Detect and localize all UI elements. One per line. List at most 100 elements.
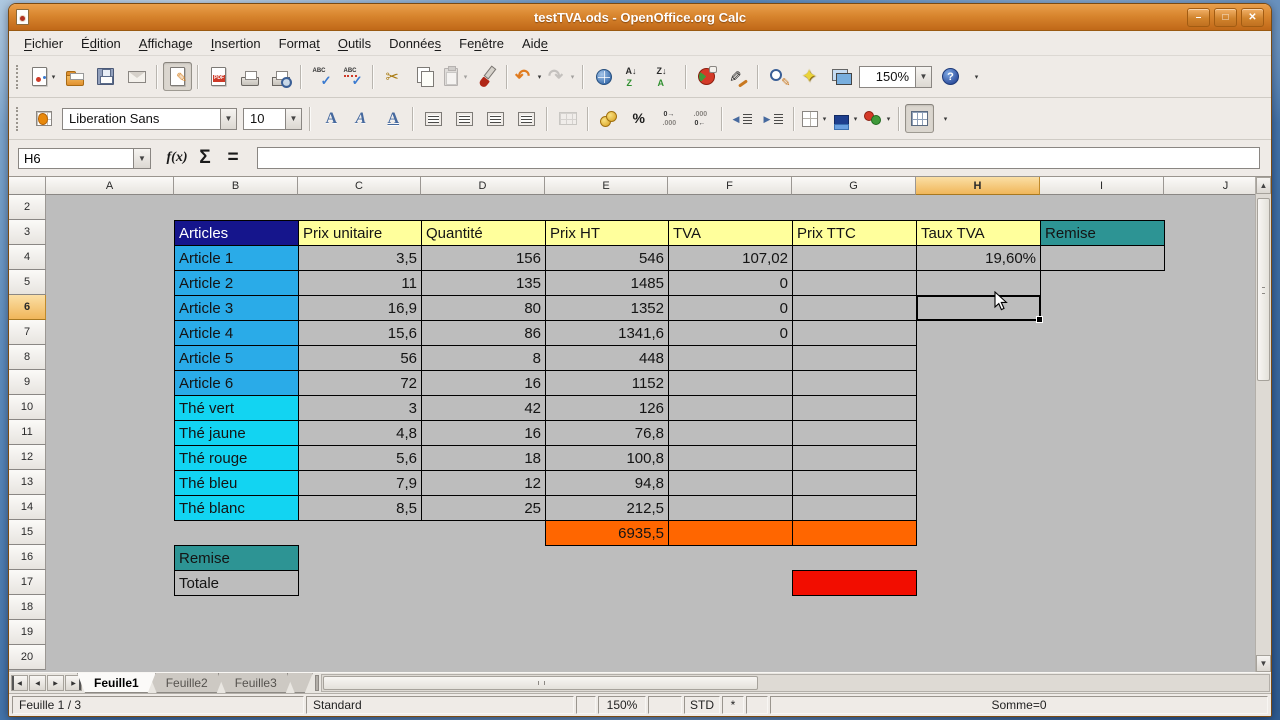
add-decimal-icon[interactable]: [656, 104, 685, 133]
undo-icon[interactable]: ▾: [513, 62, 544, 91]
cell-C6[interactable]: 16,9: [298, 295, 422, 321]
paste-icon[interactable]: ▾: [441, 62, 470, 91]
cell-F14[interactable]: [668, 495, 793, 521]
cell-C10[interactable]: 3: [298, 395, 422, 421]
new-document-icon[interactable]: ▾: [29, 62, 58, 91]
next-sheet-button[interactable]: ▶: [47, 675, 64, 691]
cell-C9[interactable]: 72: [298, 370, 422, 396]
row-header-10[interactable]: 10: [9, 395, 46, 420]
cell-G12[interactable]: [792, 445, 917, 471]
cell-E4[interactable]: 546: [545, 245, 669, 271]
cell-C3[interactable]: Prix unitaire: [298, 220, 422, 246]
cell-E15[interactable]: 6935,5: [545, 520, 669, 546]
menu-fichier[interactable]: Fichier: [15, 33, 72, 54]
row-header-3[interactable]: 3: [9, 220, 46, 245]
cell-G10[interactable]: [792, 395, 917, 421]
scroll-up-button[interactable]: ▲: [1256, 177, 1271, 194]
dropdown-caret[interactable]: ▾: [49, 73, 58, 81]
percent-icon[interactable]: [625, 104, 654, 133]
name-box[interactable]: H6 ▼: [18, 148, 151, 169]
cut-icon[interactable]: [379, 62, 408, 91]
toolbar-overflow-caret[interactable]: ▾: [972, 73, 981, 81]
sheet-tab-feuille1[interactable]: Feuille1: [77, 673, 156, 693]
cell-F7[interactable]: 0: [668, 320, 793, 346]
cell-C7[interactable]: 15,6: [298, 320, 422, 346]
row-header-5[interactable]: 5: [9, 270, 46, 295]
minimize-button[interactable]: –: [1187, 8, 1210, 27]
cell-B5[interactable]: Article 2: [174, 270, 299, 296]
align-justify-icon[interactable]: [512, 104, 541, 133]
sheet-tab-feuille2[interactable]: Feuille2: [149, 673, 225, 693]
vertical-scroll-thumb[interactable]: [1257, 198, 1270, 381]
spelling-icon[interactable]: [307, 62, 336, 91]
column-header-H[interactable]: H: [916, 177, 1040, 195]
scroll-down-button[interactable]: ▼: [1256, 655, 1271, 672]
formula-input[interactable]: [257, 147, 1260, 169]
cell-C4[interactable]: 3,5: [298, 245, 422, 271]
cell-D4[interactable]: 156: [421, 245, 546, 271]
print-icon[interactable]: [235, 62, 264, 91]
sum-button[interactable]: Σ: [191, 146, 219, 170]
cell-D11[interactable]: 16: [421, 420, 546, 446]
cell-D8[interactable]: 8: [421, 345, 546, 371]
sheet-grid[interactable]: ABCDEFGHIJ234567891011121314151617181920…: [9, 177, 1255, 672]
cell-G15[interactable]: [792, 520, 917, 546]
edit-file-icon[interactable]: [163, 62, 192, 91]
column-header-I[interactable]: I: [1040, 177, 1164, 195]
cell-G8[interactable]: [792, 345, 917, 371]
column-header-D[interactable]: D: [421, 177, 545, 195]
tab-splitter-handle[interactable]: [315, 675, 319, 691]
row-header-18[interactable]: 18: [9, 595, 46, 620]
find-replace-icon[interactable]: [764, 62, 793, 91]
column-header-B[interactable]: B: [174, 177, 298, 195]
cell-D5[interactable]: 135: [421, 270, 546, 296]
cell-B14[interactable]: Thé blanc: [174, 495, 299, 521]
row-header-19[interactable]: 19: [9, 620, 46, 645]
row-header-17[interactable]: 17: [9, 570, 46, 595]
vertical-scrollbar[interactable]: ▲ ▼: [1255, 177, 1271, 672]
bold-icon[interactable]: [316, 104, 345, 133]
dropdown-caret[interactable]: ▾: [884, 115, 893, 123]
column-header-A[interactable]: A: [46, 177, 174, 195]
email-icon[interactable]: [122, 62, 151, 91]
cell-E9[interactable]: 1152: [545, 370, 669, 396]
redo-icon[interactable]: ▾: [546, 62, 577, 91]
select-all-corner[interactable]: [9, 177, 46, 195]
row-header-14[interactable]: 14: [9, 495, 46, 520]
cell-G7[interactable]: [792, 320, 917, 346]
horizontal-scroll-thumb[interactable]: [323, 676, 759, 690]
menu-affichage[interactable]: Affichage: [130, 33, 202, 54]
menu-aide[interactable]: Aide: [513, 33, 557, 54]
gallery-icon[interactable]: [826, 62, 855, 91]
cell-B9[interactable]: Article 6: [174, 370, 299, 396]
cell-cursor-H6[interactable]: [916, 295, 1041, 321]
help-icon[interactable]: [936, 62, 965, 91]
row-header-8[interactable]: 8: [9, 345, 46, 370]
export-pdf-icon[interactable]: [204, 62, 233, 91]
row-header-7[interactable]: 7: [9, 320, 46, 345]
menu-format[interactable]: Format: [270, 33, 329, 54]
cell-E12[interactable]: 100,8: [545, 445, 669, 471]
cell-B13[interactable]: Thé bleu: [174, 470, 299, 496]
draw-functions-icon[interactable]: [723, 62, 752, 91]
cell-D9[interactable]: 16: [421, 370, 546, 396]
copy-icon[interactable]: [410, 62, 439, 91]
zoom-combo[interactable]: 150% ▼: [859, 66, 932, 88]
column-header-F[interactable]: F: [668, 177, 792, 195]
menu-edition[interactable]: Édition: [72, 33, 130, 54]
cell-E11[interactable]: 76,8: [545, 420, 669, 446]
sort-descending-icon[interactable]: [651, 62, 680, 91]
cell-D13[interactable]: 12: [421, 470, 546, 496]
cell-F13[interactable]: [668, 470, 793, 496]
formula-button[interactable]: =: [219, 146, 247, 170]
row-header-11[interactable]: 11: [9, 420, 46, 445]
navigator-icon[interactable]: [795, 62, 824, 91]
horizontal-scrollbar[interactable]: [321, 674, 1270, 692]
italic-icon[interactable]: [347, 104, 376, 133]
cell-G11[interactable]: [792, 420, 917, 446]
dropdown-caret[interactable]: ▾: [535, 73, 544, 81]
cell-E8[interactable]: 448: [545, 345, 669, 371]
cell-E13[interactable]: 94,8: [545, 470, 669, 496]
align-center-icon[interactable]: [450, 104, 479, 133]
cell-D7[interactable]: 86: [421, 320, 546, 346]
